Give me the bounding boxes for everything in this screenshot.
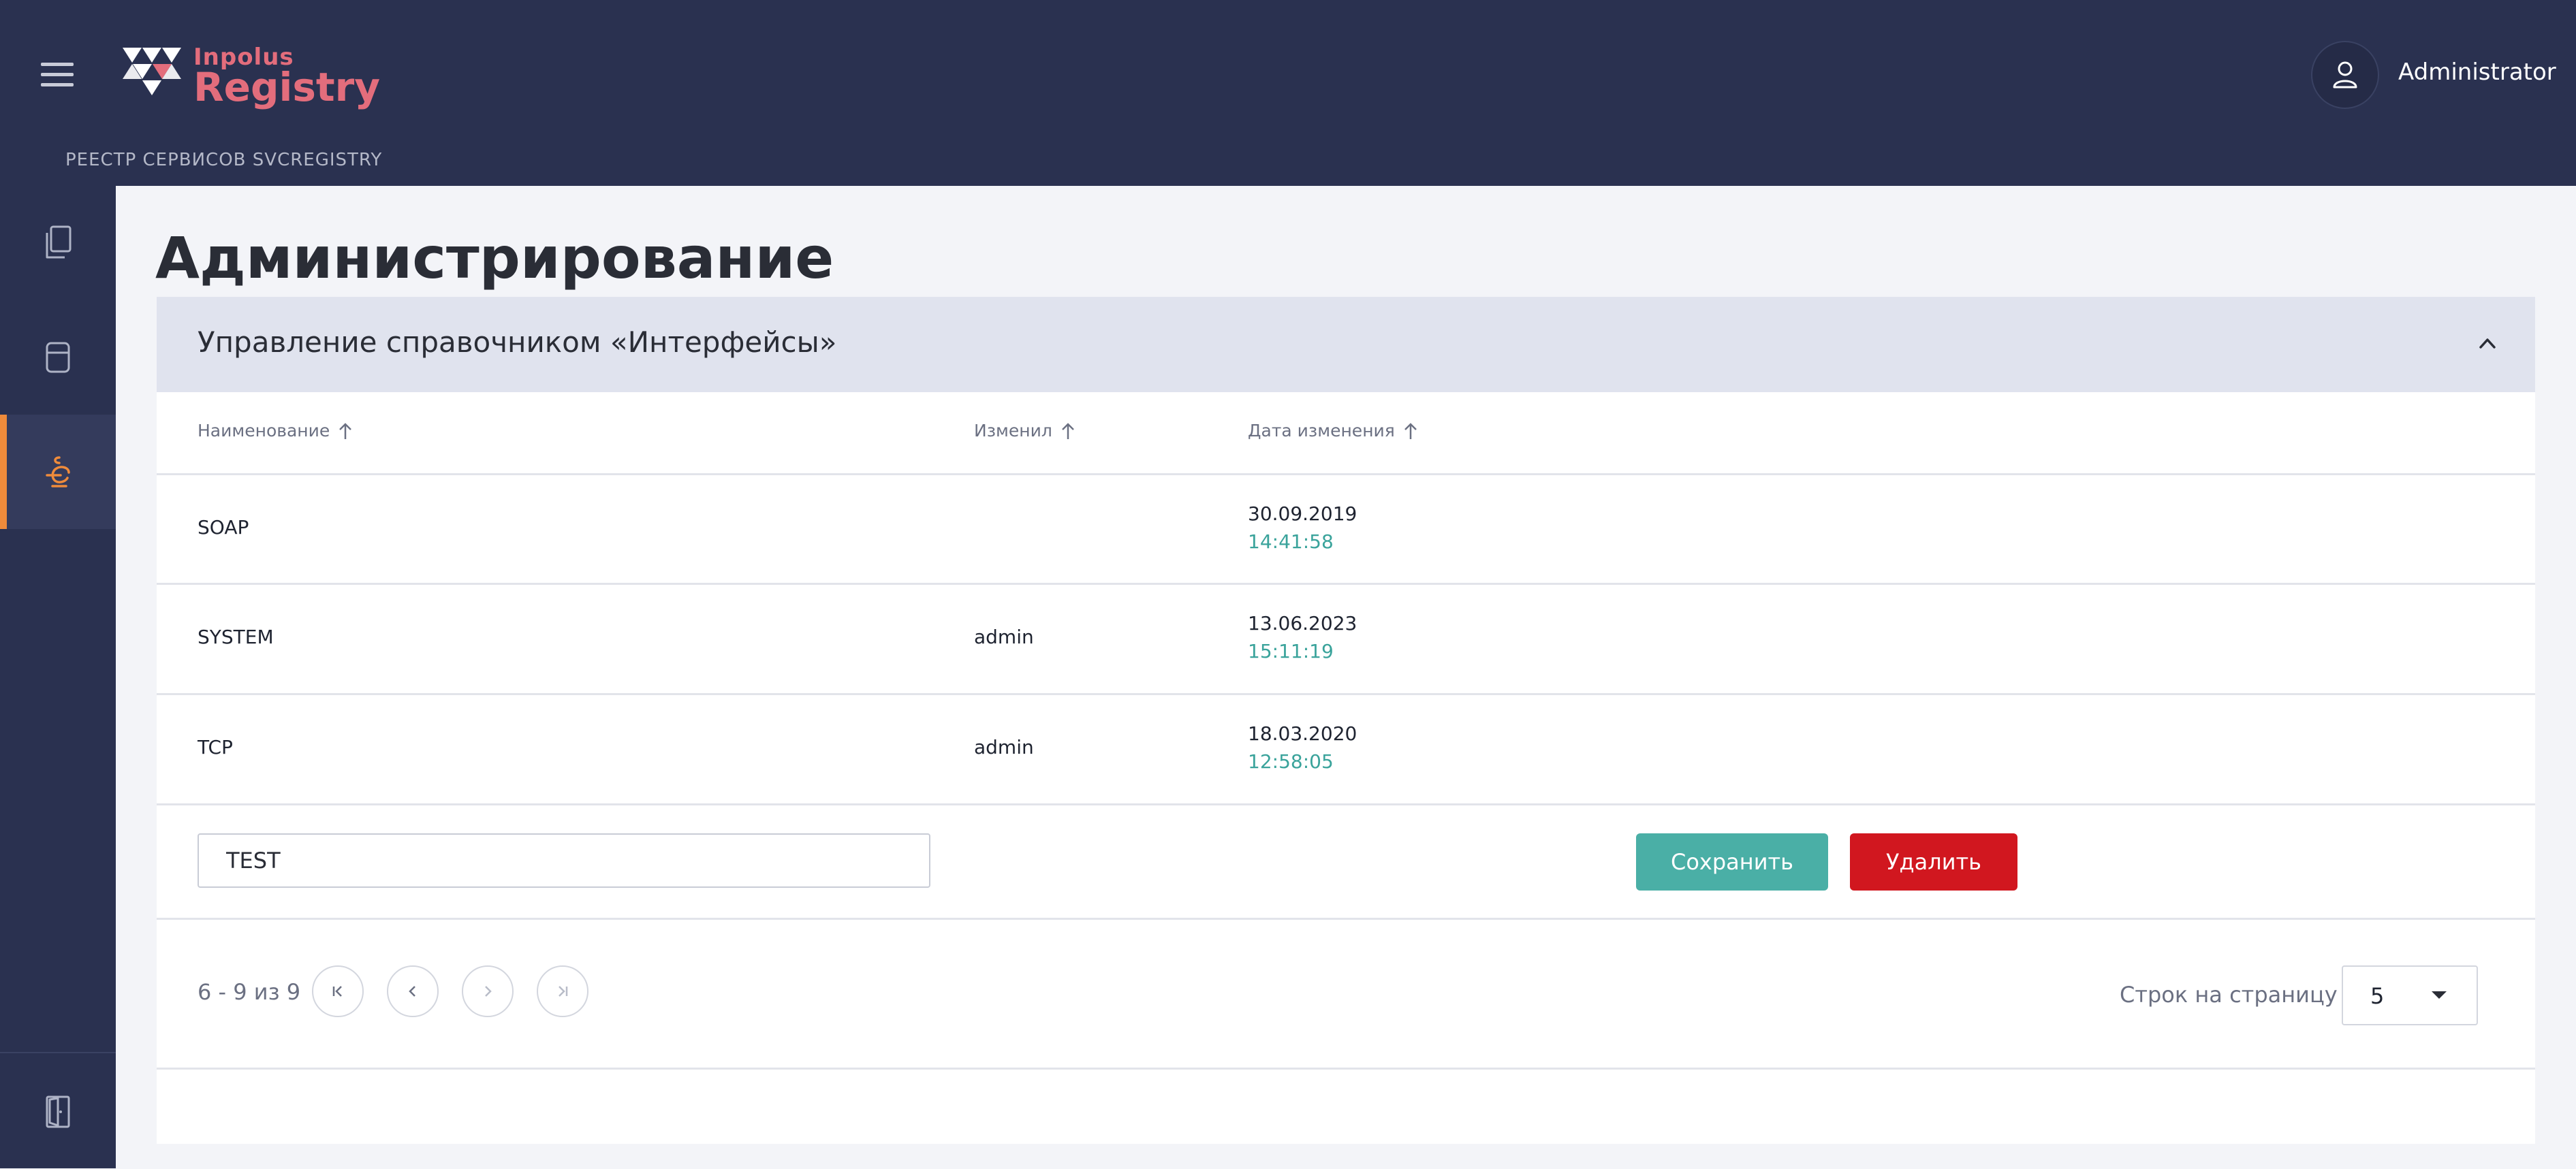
cell-changed-by: admin bbox=[974, 736, 1034, 758]
time-value: 12:58:05 bbox=[1248, 750, 1334, 773]
cell-name: SOAP bbox=[198, 516, 249, 539]
column-header-changed-by[interactable]: Изменил bbox=[974, 421, 1075, 441]
pagination-range: 6 - 9 из 9 bbox=[198, 979, 301, 1005]
date-value: 18.03.2020 bbox=[1248, 722, 1357, 745]
documents-icon bbox=[46, 225, 72, 259]
next-page-button[interactable] bbox=[462, 965, 514, 1017]
cell-name: SYSTEM bbox=[198, 626, 274, 648]
date-value: 30.09.2019 bbox=[1248, 502, 1357, 525]
caret-down-icon bbox=[2432, 991, 2447, 999]
cell-date: 30.09.2019 14:41:58 bbox=[1248, 502, 1357, 553]
cell-date: 18.03.2020 12:58:05 bbox=[1248, 722, 1357, 773]
sidebar-item-documents[interactable] bbox=[0, 186, 116, 300]
name-input[interactable] bbox=[198, 833, 930, 888]
first-page-icon bbox=[332, 986, 342, 997]
rows-per-page-value: 5 bbox=[2370, 983, 2385, 1009]
directory-panel: Управление справочником «Интерфейсы» Наи… bbox=[157, 297, 2535, 1144]
sidebar-divider bbox=[0, 1052, 116, 1053]
cell-name: TCP bbox=[198, 736, 233, 758]
admin-settings-icon bbox=[46, 456, 70, 487]
cell-changed-by: admin bbox=[974, 626, 1034, 648]
panel-title: Управление справочником «Интерфейсы» bbox=[198, 325, 837, 359]
chevron-left-icon bbox=[409, 986, 415, 997]
rows-per-page-label: Строк на страницу bbox=[2120, 982, 2338, 1008]
date-value: 13.06.2023 bbox=[1248, 612, 1357, 635]
logo-icon bbox=[123, 48, 181, 95]
breadcrumb[interactable]: РЕЕСТР СЕРВИСОВ SVCREGISTRY bbox=[65, 150, 382, 170]
time-value: 14:41:58 bbox=[1248, 530, 1334, 553]
column-header-label: Наименование bbox=[198, 421, 330, 441]
save-button[interactable]: Сохранить bbox=[1636, 833, 1828, 891]
user-icon bbox=[2333, 61, 2357, 89]
rows-per-page-select[interactable]: 5 bbox=[2342, 965, 2478, 1025]
first-page-button[interactable] bbox=[312, 965, 364, 1017]
table-row[interactable]: TCP admin 18.03.2020 12:58:05 bbox=[157, 695, 2535, 804]
sort-asc-icon bbox=[1061, 422, 1074, 439]
last-page-icon bbox=[559, 986, 568, 997]
panel-header[interactable]: Управление справочником «Интерфейсы» bbox=[157, 297, 2535, 392]
user-avatar[interactable] bbox=[2311, 41, 2379, 109]
chevron-up-icon[interactable] bbox=[2474, 330, 2501, 357]
previous-page-button[interactable] bbox=[387, 965, 439, 1017]
sidebar bbox=[0, 186, 116, 1168]
column-header-label: Дата изменения bbox=[1248, 421, 1395, 441]
column-header-date[interactable]: Дата изменения bbox=[1248, 421, 1418, 441]
sidebar-item-database[interactable] bbox=[0, 300, 116, 415]
logo-main-text: Registry bbox=[193, 64, 381, 110]
time-value: 15:11:19 bbox=[1248, 640, 1334, 662]
sidebar-item-administration[interactable] bbox=[0, 415, 116, 529]
user-name[interactable]: Administrator bbox=[2398, 59, 2556, 86]
sidebar-item-logout[interactable] bbox=[0, 1055, 116, 1169]
delete-button[interactable]: Удалить bbox=[1850, 833, 2017, 891]
menu-icon[interactable] bbox=[41, 63, 74, 90]
table-divider bbox=[157, 918, 2535, 920]
sort-asc-icon bbox=[339, 422, 352, 439]
database-icon bbox=[46, 342, 70, 373]
logout-icon bbox=[46, 1095, 70, 1128]
chevron-right-icon bbox=[485, 986, 492, 997]
column-header-label: Изменил bbox=[974, 421, 1052, 441]
table-divider bbox=[157, 803, 2535, 805]
app-header: Inpolus Registry РЕЕСТР СЕРВИСОВ SVCREGI… bbox=[0, 0, 2576, 186]
sort-asc-icon bbox=[1404, 422, 1417, 439]
table-row[interactable]: SOAP 30.09.2019 14:41:58 bbox=[157, 475, 2535, 584]
table-divider bbox=[157, 1068, 2535, 1070]
page-title: Администрирование bbox=[155, 225, 834, 291]
cell-date: 13.06.2023 15:11:19 bbox=[1248, 612, 1357, 662]
column-header-name[interactable]: Наименование bbox=[198, 421, 353, 441]
last-page-button[interactable] bbox=[537, 965, 588, 1017]
table-row[interactable]: SYSTEM admin 13.06.2023 15:11:19 bbox=[157, 585, 2535, 694]
